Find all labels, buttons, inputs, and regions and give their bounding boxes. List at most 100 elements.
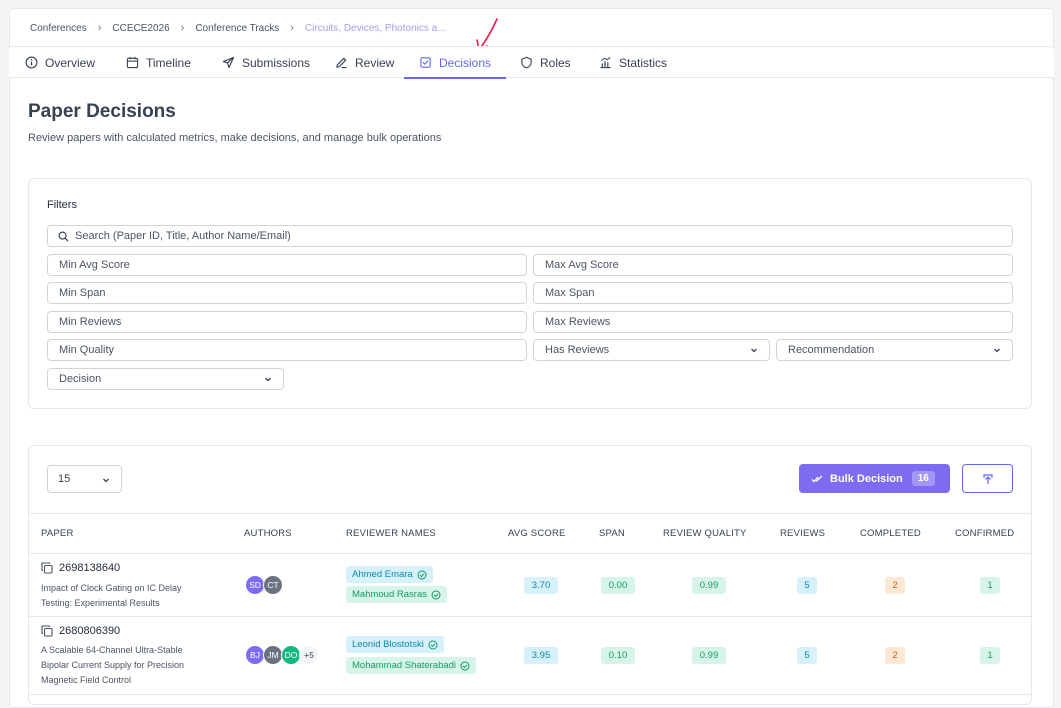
tab-label: Decisions	[439, 55, 492, 70]
col-reviewer-names[interactable]: REVIEWER NAMES	[346, 528, 436, 539]
pen-icon	[336, 57, 347, 69]
tab-label: Statistics	[619, 55, 668, 70]
tab-label: Submissions	[242, 55, 311, 70]
max-reviews-placeholder: Max Reviews	[545, 316, 611, 328]
completed-badge: 2	[885, 647, 905, 664]
col-paper[interactable]: PAPER	[41, 528, 74, 539]
avatar[interactable]: SD	[245, 575, 265, 595]
min-quality-input[interactable]: Min Quality	[47, 339, 527, 361]
tab-overview[interactable]: Overview	[25, 47, 95, 78]
reviewer-name: Mohammad Shaterabadi	[352, 660, 457, 671]
double-check-icon	[811, 475, 823, 482]
avatar[interactable]: BJ	[245, 645, 265, 665]
paper-title: Impact of Clock Gating on IC Delay Testi…	[41, 581, 221, 611]
max-span-input[interactable]: Max Span	[533, 282, 1013, 304]
check-square-icon	[420, 57, 431, 68]
tab-bar: Overview Timeline Submissions Review Dec…	[9, 46, 1054, 79]
bulk-decision-button[interactable]: Bulk Decision 16	[799, 464, 950, 493]
confirmed-badge: 1	[980, 577, 1000, 594]
max-span-placeholder: Max Span	[545, 287, 595, 299]
decision-label: Decision	[59, 373, 102, 385]
info-circle-icon	[25, 56, 38, 69]
bulk-count-badge: 16	[911, 471, 935, 486]
tab-label: Overview	[45, 55, 96, 70]
reviewer-badge[interactable]: Leonid Blostotski	[346, 636, 444, 653]
tab-statistics[interactable]: Statistics	[599, 47, 667, 78]
reviewer-badge[interactable]: Mohammad Shaterabadi	[346, 657, 477, 674]
paper-title: A Scalable 64-Channel Ultra-Stable Bipol…	[41, 643, 221, 688]
paper-id-value[interactable]: 2680806390	[59, 625, 120, 637]
copy-icon[interactable]	[41, 562, 53, 574]
check-circle-icon	[460, 661, 470, 670]
search-input[interactable]: Search (Paper ID, Title, Author Name/Ema…	[47, 225, 1013, 247]
table-row[interactable]: 2680806390 A Scalable 64-Channel Ultra-S…	[29, 617, 1031, 695]
tab-review[interactable]: Review	[335, 47, 394, 78]
confirmed-badge: 1	[980, 647, 1000, 664]
shield-icon	[521, 56, 532, 69]
more-authors-badge[interactable]: +5	[299, 645, 319, 665]
col-completed[interactable]: COMPLETED	[860, 528, 921, 539]
page-title: Paper Decisions	[28, 101, 176, 122]
avatar[interactable]: DO	[281, 645, 301, 665]
tab-label: Roles	[540, 55, 571, 70]
breadcrumb-tracks[interactable]: Conference Tracks	[195, 23, 279, 34]
reviewer-badge[interactable]: Mahmoud Rasras	[346, 586, 447, 603]
page-size-select[interactable]: 15	[47, 465, 122, 493]
col-reviews[interactable]: REVIEWS	[780, 528, 825, 539]
max-reviews-input[interactable]: Max Reviews	[533, 311, 1013, 333]
avg-score-badge: 3.70	[524, 577, 558, 594]
tab-label: Timeline	[146, 55, 191, 70]
has-reviews-select[interactable]: Has Reviews	[533, 339, 770, 361]
min-avg-score-placeholder: Min Avg Score	[59, 259, 130, 271]
bulk-decision-label: Bulk Decision	[830, 472, 903, 485]
export-button[interactable]	[962, 464, 1013, 493]
tab-decisions[interactable]: Decisions	[404, 47, 507, 79]
col-authors[interactable]: AUTHORS	[244, 528, 292, 539]
tab-label: Review	[355, 55, 395, 70]
reviews-badge: 5	[797, 577, 817, 594]
table-row[interactable]: 2698138640 Impact of Clock Gating on IC …	[29, 554, 1031, 617]
max-avg-score-input[interactable]: Max Avg Score	[533, 254, 1013, 276]
col-avg-score[interactable]: AVG SCORE	[508, 528, 566, 539]
search-icon	[58, 231, 69, 242]
tab-roles[interactable]: Roles	[520, 47, 571, 78]
copy-icon[interactable]	[41, 625, 53, 637]
span-badge: 0.10	[601, 647, 635, 664]
tab-timeline[interactable]: Timeline	[126, 47, 191, 78]
avg-score-badge: 3.95	[524, 647, 558, 664]
check-circle-icon	[417, 570, 427, 579]
chevron-down-icon	[103, 478, 109, 483]
max-avg-score-placeholder: Max Avg Score	[545, 259, 619, 271]
breadcrumb-conferences[interactable]: Conferences	[30, 23, 87, 34]
tab-submissions[interactable]: Submissions	[222, 47, 310, 78]
decision-select[interactable]: Decision	[47, 368, 284, 390]
col-confirmed[interactable]: CONFIRMED	[955, 528, 1014, 539]
col-review-quality[interactable]: REVIEW QUALITY	[663, 528, 747, 539]
reviewer-name: Ahmed Emara	[352, 569, 413, 580]
quality-badge: 0.99	[692, 577, 726, 594]
avatar[interactable]: JM	[263, 645, 283, 665]
min-span-placeholder: Min Span	[59, 287, 106, 299]
col-span[interactable]: SPAN	[599, 528, 625, 539]
min-avg-score-input[interactable]: Min Avg Score	[47, 254, 527, 276]
paper-title-line: Impact of Clock Gating on IC Delay	[41, 583, 182, 593]
recommendation-label: Recommendation	[788, 344, 875, 356]
reviews-badge: 5	[797, 647, 817, 664]
reviewer-name: Leonid Blostotski	[352, 639, 424, 650]
send-icon	[222, 56, 235, 69]
paper-id: 2698138640	[41, 562, 120, 574]
chevron-right-icon: ›	[97, 22, 102, 34]
recommendation-select[interactable]: Recommendation	[776, 339, 1013, 361]
min-reviews-input[interactable]: Min Reviews	[47, 311, 527, 333]
paper-id-value[interactable]: 2698138640	[59, 562, 120, 574]
author-avatars: SD CT	[245, 575, 283, 595]
reviewer-name: Mahmoud Rasras	[352, 589, 427, 600]
paper-id: 2680806390	[41, 625, 120, 637]
avatar[interactable]: CT	[263, 575, 283, 595]
breadcrumb-conference[interactable]: CCECE2026	[112, 23, 169, 34]
breadcrumb-current: Circuits, Devices, Photonics a...	[304, 22, 446, 34]
page-size-value: 15	[58, 473, 71, 485]
check-circle-icon	[428, 640, 438, 649]
min-span-input[interactable]: Min Span	[47, 282, 527, 304]
reviewer-badge[interactable]: Ahmed Emara	[346, 566, 433, 583]
